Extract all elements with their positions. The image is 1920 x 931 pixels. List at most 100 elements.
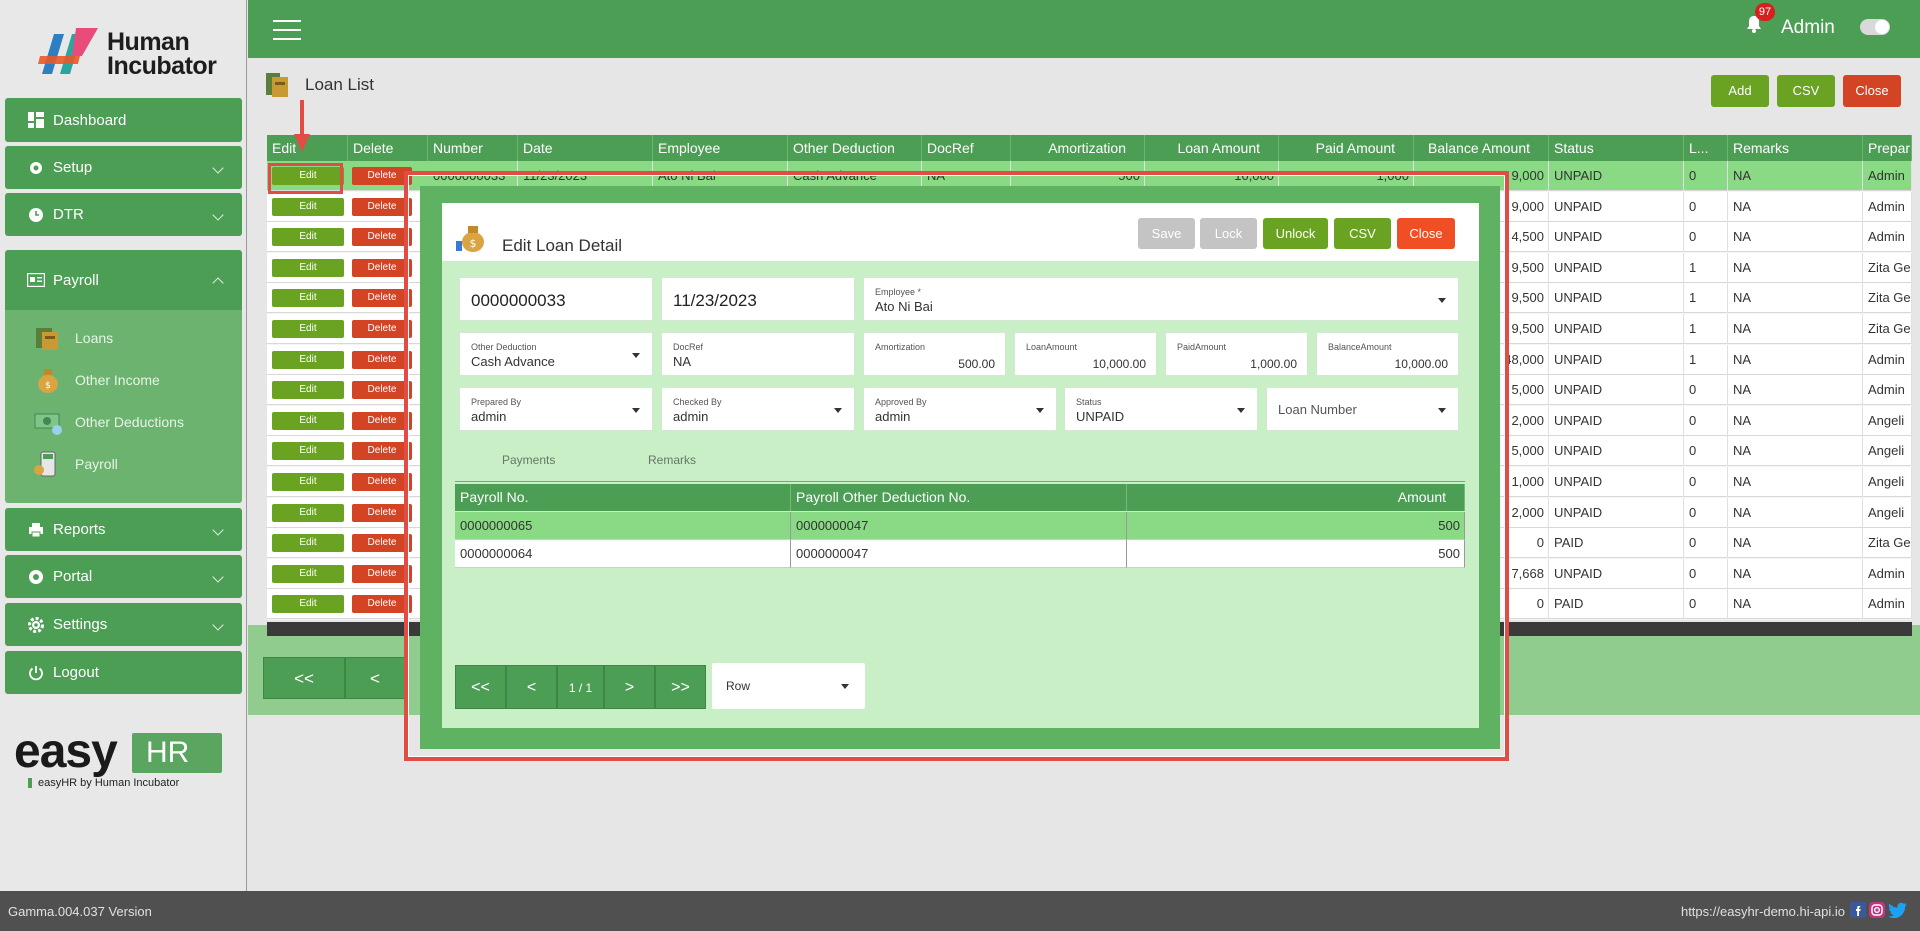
column-header-date[interactable]: Date [518, 135, 653, 161]
edit-button[interactable]: Edit [272, 442, 344, 461]
twitter-icon[interactable] [1888, 902, 1908, 918]
l-cell: 0 [1684, 528, 1728, 559]
delete-button[interactable]: Delete [352, 503, 412, 522]
sidebar-item-setup[interactable]: Setup [5, 146, 242, 189]
delete-button[interactable]: Delete [352, 473, 412, 491]
delete-button[interactable]: Delete [352, 381, 412, 400]
chevron-down-icon [212, 208, 224, 221]
prepared-cell: Zita Ge [1863, 528, 1912, 559]
sidebar-item-payroll[interactable]: Payroll [5, 250, 242, 310]
arrow-down-icon [294, 100, 310, 152]
delete-button[interactable]: Delete [352, 289, 412, 308]
edit-button[interactable]: Edit [272, 534, 344, 553]
csv-button[interactable]: CSV [1777, 75, 1835, 107]
column-header-docref[interactable]: DocRef [922, 135, 1011, 161]
close-button[interactable]: Close [1843, 75, 1901, 107]
remarks-cell: NA [1728, 558, 1863, 589]
remarks-cell: NA [1728, 436, 1863, 467]
l-cell: 0 [1684, 161, 1728, 191]
pager-first-button[interactable]: << [263, 657, 345, 699]
edit-button[interactable]: Edit [272, 350, 344, 369]
edit-button[interactable]: Edit [272, 197, 344, 216]
column-header-status[interactable]: Status [1549, 135, 1684, 161]
sidebar-subitem-other-deductions[interactable]: Other Deductions [33, 408, 184, 436]
column-header-l[interactable]: L... [1684, 135, 1728, 161]
power-icon [27, 664, 45, 682]
status-cell: UNPAID [1549, 283, 1684, 314]
status-cell: PAID [1549, 589, 1684, 620]
remarks-cell: NA [1728, 191, 1863, 222]
sidebar-item-portal[interactable]: Portal [5, 555, 242, 598]
sidebar-item-reports[interactable]: Reports [5, 508, 242, 551]
edit-button[interactable]: Edit [272, 595, 344, 614]
user-name[interactable]: Admin [1781, 17, 1835, 39]
edit-button[interactable]: Edit [272, 320, 344, 338]
edit-button-highlight [268, 163, 343, 194]
column-header-prepared[interactable]: Prepar [1863, 135, 1912, 161]
column-header-loan-amount[interactable]: Loan Amount [1145, 135, 1279, 161]
delete-button[interactable]: Delete [352, 411, 412, 430]
column-header-number[interactable]: Number [428, 135, 518, 161]
edit-button[interactable]: Edit [272, 564, 344, 583]
calculator-icon [34, 451, 56, 477]
edit-button[interactable]: Edit [272, 258, 344, 277]
delete-button[interactable]: Delete [352, 595, 412, 614]
site-url-link[interactable]: https://easyhr-demo.hi-api.io [1681, 904, 1845, 919]
delete-button[interactable]: Delete [352, 258, 412, 277]
remarks-cell: NA [1728, 405, 1863, 436]
facebook-icon[interactable] [1850, 902, 1866, 918]
status-cell: UNPAID [1549, 222, 1684, 253]
edit-button[interactable]: Edit [272, 503, 344, 522]
sidebar-subitem-label: Payroll [75, 456, 118, 472]
l-cell: 0 [1684, 558, 1728, 589]
prepared-cell: Zita Ge [1863, 314, 1912, 344]
edit-button[interactable]: Edit [272, 228, 344, 247]
status-cell: UNPAID [1549, 467, 1684, 497]
column-header-other-deduction[interactable]: Other Deduction [788, 135, 922, 161]
sidebar-item-label: DTR [53, 206, 84, 223]
remarks-cell: NA [1728, 344, 1863, 375]
column-header-remarks[interactable]: Remarks [1728, 135, 1863, 161]
sidebar-subitem-loans[interactable]: Loans [33, 324, 113, 352]
status-cell: UNPAID [1549, 314, 1684, 344]
hamburger-menu-icon[interactable] [273, 20, 301, 40]
easyhr-logo-hr: HR [132, 733, 222, 773]
column-header-paid-amount[interactable]: Paid Amount [1279, 135, 1414, 161]
prepared-cell: Admin [1863, 191, 1912, 222]
column-header-employee[interactable]: Employee [653, 135, 788, 161]
sidebar-subitem-other-income[interactable]: $ Other Income [33, 366, 160, 394]
sidebar-item-dtr[interactable]: DTR [5, 193, 242, 236]
edit-button[interactable]: Edit [272, 289, 344, 308]
edit-button[interactable]: Edit [272, 381, 344, 400]
payroll-icon [27, 271, 45, 289]
sidebar-item-label: Settings [53, 616, 108, 633]
column-header-amortization[interactable]: Amortization [1011, 135, 1145, 161]
sidebar-item-settings[interactable]: Settings [5, 603, 242, 646]
sidebar-item-logout[interactable]: Logout [5, 651, 242, 694]
edit-button[interactable]: Edit [272, 411, 344, 430]
instagram-icon[interactable] [1869, 902, 1885, 918]
printer-icon [27, 521, 45, 539]
remarks-cell: NA [1728, 497, 1863, 528]
theme-toggle[interactable] [1860, 19, 1890, 35]
delete-button[interactable]: Delete [352, 167, 412, 185]
column-header-balance-amount[interactable]: Balance Amount [1414, 135, 1549, 161]
add-button[interactable]: Add [1711, 75, 1769, 107]
sidebar-item-label: Setup [53, 159, 93, 176]
money-stack-icon [36, 328, 58, 350]
delete-button[interactable]: Delete [352, 534, 412, 553]
delete-button[interactable]: Delete [352, 320, 412, 338]
sidebar-item-dashboard[interactable]: Dashboard [5, 98, 242, 142]
sidebar-subitem-label: Other Deductions [75, 414, 184, 430]
sidebar-subitem-payroll[interactable]: Payroll [33, 450, 118, 478]
edit-button[interactable]: Edit [272, 473, 344, 491]
prepared-cell: Admin [1863, 161, 1912, 191]
pager-prev-button[interactable]: < [345, 657, 405, 699]
delete-button[interactable]: Delete [352, 350, 412, 369]
delete-button[interactable]: Delete [352, 228, 412, 247]
delete-button[interactable]: Delete [352, 564, 412, 583]
chevron-down-icon [212, 523, 224, 536]
delete-button[interactable]: Delete [352, 197, 412, 216]
l-cell: 0 [1684, 405, 1728, 436]
delete-button[interactable]: Delete [352, 442, 412, 461]
